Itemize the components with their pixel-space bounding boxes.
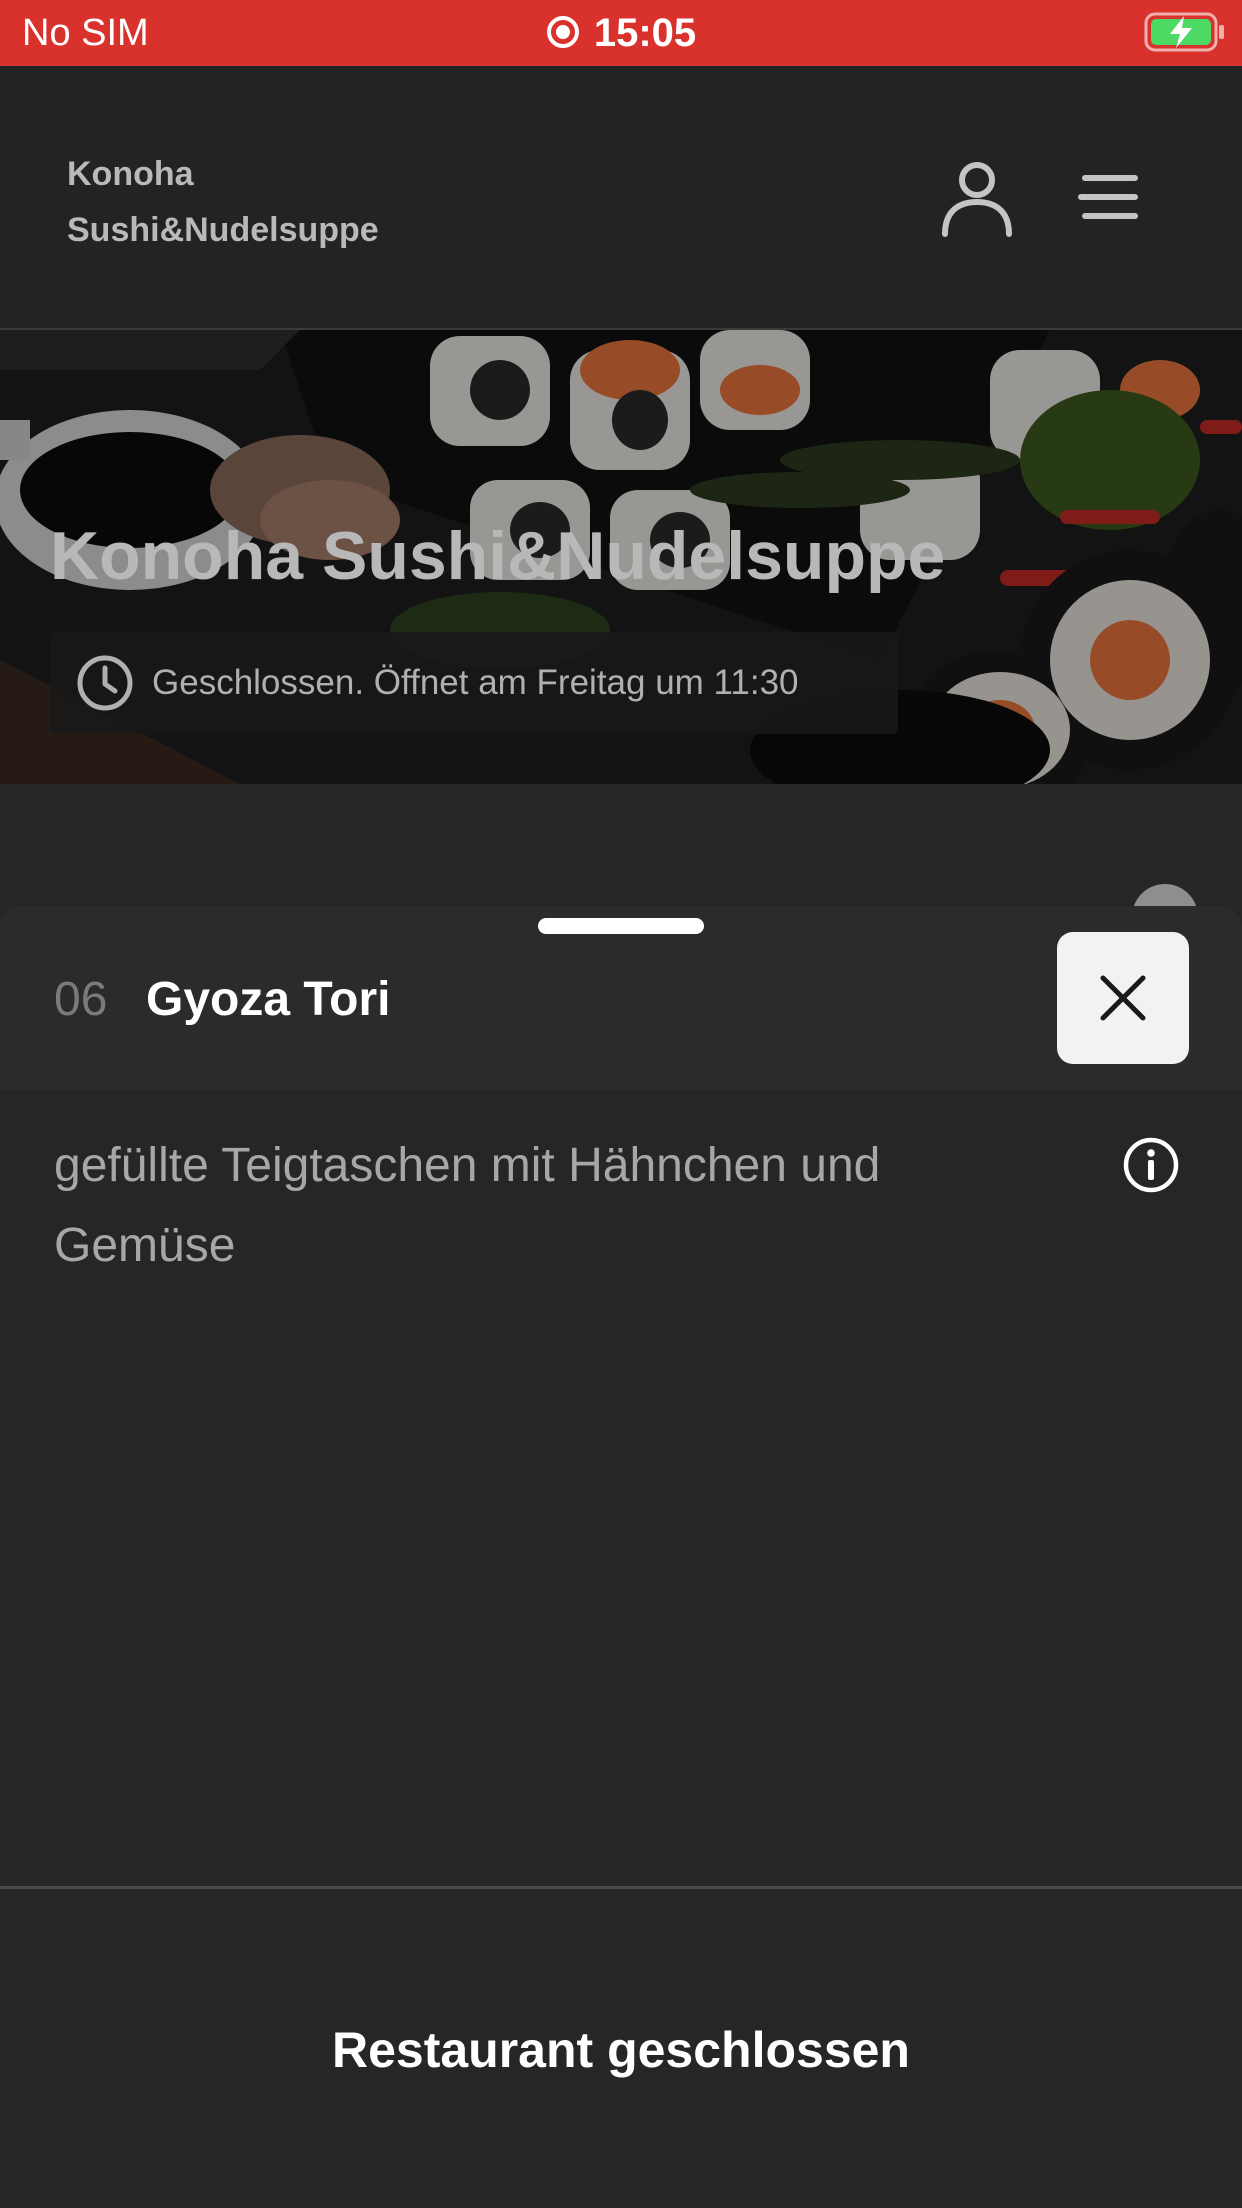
item-detail-sheet: 06 Gyoza Tori gefüllte Teigtaschen mit H… <box>0 906 1242 2208</box>
restaurant-name[interactable]: Konoha Sushi&Nudelsuppe <box>67 146 567 258</box>
hero-title: Konoha Sushi&Nudelsuppe <box>50 518 946 594</box>
battery-charging-icon <box>1144 12 1224 52</box>
item-name: Gyoza Tori <box>146 973 391 1026</box>
opening-status-badge: Geschlossen. Öffnet am Freitag um 11:30 <box>50 632 898 734</box>
app-header: Konoha Sushi&Nudelsuppe <box>0 66 1242 330</box>
restaurant-name-line1: Konoha <box>67 155 194 193</box>
clock-icon <box>77 655 133 711</box>
item-number: 06 <box>54 973 108 1026</box>
hamburger-menu-icon[interactable] <box>1078 172 1140 222</box>
close-icon <box>1100 975 1146 1021</box>
status-bar: No SIM 15:05 <box>0 0 1242 66</box>
restaurant-closed-label: Restaurant geschlossen <box>332 2022 910 2078</box>
status-time-group: 15:05 <box>0 8 1242 58</box>
close-button[interactable] <box>1057 932 1189 1064</box>
restaurant-name-line2: Sushi&Nudelsuppe <box>67 211 379 249</box>
screen-recording-icon <box>546 16 579 49</box>
user-icon[interactable] <box>940 158 1014 238</box>
status-time: 15:05 <box>593 11 697 55</box>
opening-status-text: Geschlossen. Öffnet am Freitag um 11:30 <box>152 663 799 702</box>
item-description: gefüllte Teigtaschen mit Hähnchen und Ge… <box>54 1139 881 1272</box>
info-icon[interactable] <box>1122 1136 1180 1194</box>
hero-banner: Konoha Sushi&Nudelsuppe Geschlossen. Öff… <box>0 330 1242 784</box>
footer-divider <box>0 1886 1242 1889</box>
sheet-drag-handle[interactable] <box>538 918 704 934</box>
